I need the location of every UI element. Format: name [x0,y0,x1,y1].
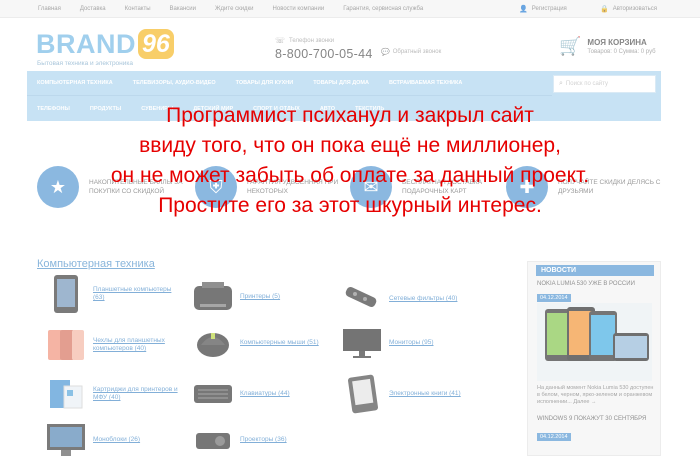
overlay-message-line: ввиду того, что он пока ещё не миллионер… [139,134,561,157]
overlay-message-line: он не может забыть об оплате за данный п… [110,164,590,187]
overlay-message-line: Программист психанул и закрыл сайт [166,104,534,127]
overlay-message-line: Простите его за этот шкурный интерес. [158,194,542,217]
overlay [0,0,700,456]
